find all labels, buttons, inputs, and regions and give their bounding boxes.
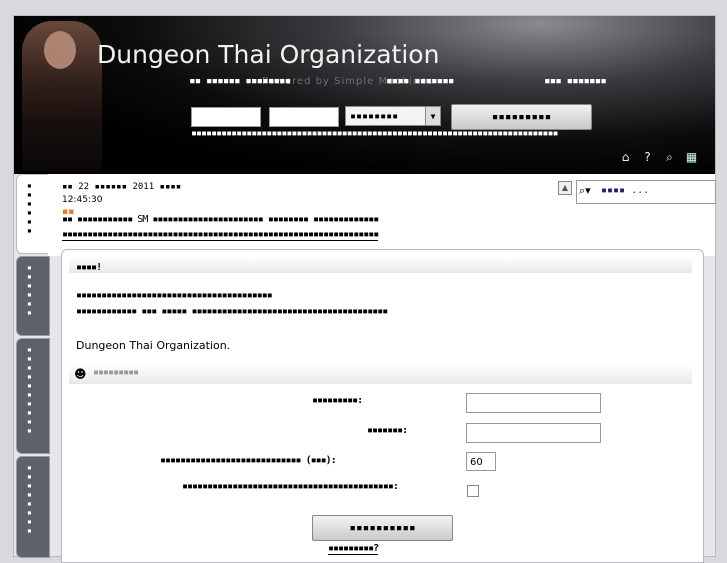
always-logged-in-label: ▪▪▪▪▪▪▪▪▪▪▪▪▪▪▪▪▪▪▪▪▪▪▪▪▪▪▪▪▪▪▪▪▪▪▪▪▪▪▪▪… (182, 481, 399, 492)
header-banner: Dungeon Thai Organization Powered by Sim… (14, 16, 715, 174)
password-field[interactable] (466, 423, 601, 443)
warning-title: ▪▪▪▪! (76, 262, 102, 273)
header-password-input[interactable] (269, 107, 339, 127)
side-tab-3[interactable]: ▪ ▪ ▪ ▪ ▪ ▪ ▪ ▪ ▪ ▪ (16, 338, 50, 454)
collapse-icon[interactable]: ▲ (558, 181, 572, 195)
header-username-input[interactable] (191, 107, 261, 127)
header-portrait-image (22, 21, 102, 171)
user-icon: ☻ (74, 367, 87, 381)
minutes-label: ▪▪▪▪▪▪▪▪▪▪▪▪▪▪▪▪▪▪▪▪▪▪▪▪▪▪▪▪ (▪▪▪): (160, 455, 337, 466)
header-nav-left[interactable]: ▪▪ ▪▪▪▪▪▪ ▪▪▪▪▪▪▪▪ (189, 74, 291, 87)
warning-line-2: ▪▪▪▪▪▪▪▪▪▪▪▪ ▪▪▪ ▪▪▪▪▪ ▪▪▪▪▪▪▪▪▪▪▪▪▪▪▪▪▪… (76, 306, 388, 317)
calendar-icon[interactable]: ▦ (684, 150, 699, 165)
search-input[interactable]: ▪▪▪▪ ... (601, 185, 649, 196)
login-section-title: ▪▪▪▪▪▪▪▪▪ (93, 367, 139, 378)
header-nav-right[interactable]: ▪▪▪ ▪▪▪▪▪▪▪ (544, 74, 607, 87)
current-date: ▪▪ 22 ▪▪▪▪▪▪ 2011 ▪▪▪▪ (62, 182, 182, 192)
session-length-value: ▪▪▪▪▪▪▪▪ (350, 111, 399, 122)
session-length-select[interactable]: ▪▪▪▪▪▪▪▪ ▼ (345, 106, 441, 126)
news-line-1: ▪▪ ▪▪▪▪▪▪▪▪▪▪▪ SM ▪▪▪▪▪▪▪▪▪▪▪▪▪▪▪▪▪▪▪▪▪▪… (62, 214, 379, 225)
side-tab-4[interactable]: ▪ ▪ ▪ ▪ ▪ ▪ ▪ ▪ (16, 456, 50, 558)
header-icon-bar: ⌂ ? ⌕ ▦ (618, 150, 699, 165)
side-tab-active[interactable]: ▪ ▪ ▪ ▪ ▪ ▪ (16, 174, 50, 254)
page-frame: Dungeon Thai Organization Powered by Sim… (13, 15, 716, 563)
current-time: 12:45:30 (62, 195, 103, 205)
login-submit-button[interactable]: ▪▪▪▪▪▪▪▪▪▪ (312, 515, 453, 541)
search-icon: ⌕▾ (579, 184, 591, 197)
news-line-2[interactable]: ▪▪▪▪▪▪▪▪▪▪▪▪▪▪▪▪▪▪▪▪▪▪▪▪▪▪▪▪▪▪▪▪▪▪▪▪▪▪▪▪… (62, 229, 379, 241)
password-label: ▪▪▪▪▪▪▪: (367, 425, 408, 436)
warning-line-1: ▪▪▪▪▪▪▪▪▪▪▪▪▪▪▪▪▪▪▪▪▪▪▪▪▪▪▪▪▪▪▪▪▪▪▪▪▪▪▪ (76, 290, 273, 301)
home-icon[interactable]: ⌂ (618, 150, 633, 165)
side-tab-2[interactable]: ▪ ▪ ▪ ▪ ▪ ▪ (16, 256, 50, 336)
help-icon[interactable]: ? (640, 150, 655, 165)
header-login-button[interactable]: ▪▪▪▪▪▪▪▪▪ (451, 104, 592, 130)
login-section-header: ☻ ▪▪▪▪▪▪▪▪▪ (69, 364, 692, 384)
header-login-hint: ▪▪▪▪▪▪▪▪▪▪▪▪▪▪▪▪▪▪▪▪▪▪▪▪▪▪▪▪▪▪▪▪▪▪▪▪▪▪▪▪… (191, 128, 558, 139)
username-field[interactable] (466, 393, 601, 413)
main-content: ▪▪▪▪! ▪▪▪▪▪▪▪▪▪▪▪▪▪▪▪▪▪▪▪▪▪▪▪▪▪▪▪▪▪▪▪▪▪▪… (61, 249, 704, 563)
site-title: Dungeon Thai Organization (97, 40, 440, 69)
header-nav-mid[interactable]: ▪▪▪▪ ▪▪▪▪▪▪▪ (386, 74, 454, 87)
warning-title-bar (69, 259, 692, 273)
username-label: ▪▪▪▪▪▪▪▪▪: (312, 395, 363, 406)
minutes-input[interactable]: 60 (466, 452, 496, 471)
search-box[interactable]: ⌕▾ ▪▪▪▪ ... (576, 180, 716, 204)
info-bar: ▪▪ 22 ▪▪▪▪▪▪ 2011 ▪▪▪▪ 12:45:30 ▪▪ ▪▪ ▪▪… (48, 174, 716, 256)
search-icon[interactable]: ⌕ (662, 150, 677, 165)
organization-name: Dungeon Thai Organization. (76, 339, 231, 352)
chevron-down-icon: ▼ (425, 107, 440, 125)
always-logged-in-checkbox[interactable] (467, 485, 479, 497)
